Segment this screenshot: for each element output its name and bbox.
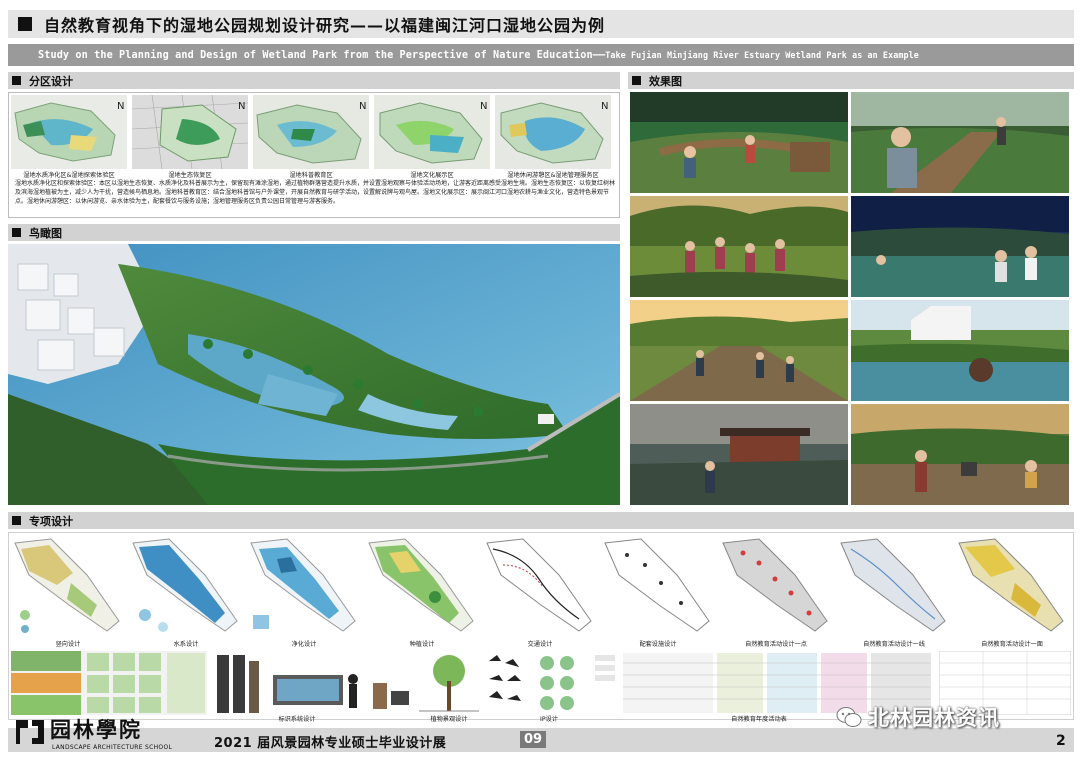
svg-text:N: N [601, 101, 608, 112]
plan-caption-areas: 自然教育活动设计一面 [981, 641, 1043, 648]
poster-subtitle: Study on the Planning and Design of Wetl… [8, 50, 919, 61]
subtitle-bar: Study on the Planning and Design of Wetl… [8, 44, 1074, 66]
section-title-zoning: 分区设计 [29, 74, 73, 88]
aerial-view-image [8, 244, 620, 505]
zoning-panel: N N N N N 湿地水质净化区&湿地探索体验区 湿地生态恢复区 湿地科普教育… [8, 92, 620, 218]
caption-ip: IP设计 [540, 716, 558, 723]
title-marker-icon [18, 17, 32, 31]
svg-text:N: N [359, 101, 366, 112]
signage-system-image [213, 651, 413, 715]
school-emblem-icon [16, 720, 44, 744]
ip-design-image [485, 651, 589, 715]
section-marker-icon [12, 516, 21, 525]
section-header-zoning: 分区设计 [8, 72, 620, 89]
zone-caption-4: 湿地文化展示区 [410, 172, 454, 179]
plan-caption-points: 自然教育活动设计一点 [745, 641, 807, 648]
wechat-icon [836, 707, 862, 727]
zone-caption-2: 湿地生态恢复区 [168, 172, 212, 179]
section-marker-icon [12, 228, 21, 237]
subtitle-tail: Take Fujian Minjiang River Estuary Wetla… [605, 49, 919, 60]
render-image-8 [851, 404, 1069, 505]
svg-text:N: N [480, 101, 487, 112]
section-header-renders: 效果图 [628, 72, 1074, 89]
watermark: 北林园林资讯 [836, 702, 1000, 732]
plan-caption-facilities: 配套设施设计 [639, 641, 677, 648]
zone-map-2: N [132, 95, 248, 169]
zone-map-4: N [374, 95, 490, 169]
svg-text:N: N [117, 101, 124, 112]
exhibition-title: 2021 届风景园林专业硕士毕业设计展 [214, 736, 447, 751]
exhibit-code: 09 [520, 731, 547, 748]
zoning-description: 湿地水质净化区和探索体验区：本区以湿地生态恢复、水质净化及科普展示为主，保留现有… [15, 180, 616, 206]
poster-title: 自然教育视角下的湿地公园规划设计研究——以福建闽江河口湿地公园为例 [44, 16, 606, 35]
plan-caption-water: 水系设计 [173, 641, 199, 648]
section-title-renders: 效果图 [649, 74, 682, 88]
caption-signage: 标识系统设计 [278, 716, 316, 723]
render-image-7 [630, 404, 848, 505]
subtitle-main: Study on the Planning and Design of Wetl… [38, 49, 606, 61]
plan-water [129, 535, 243, 635]
plan-caption-purification: 净化设计 [291, 641, 317, 648]
title-bar: 自然教育视角下的湿地公园规划设计研究——以福建闽江河口湿地公园为例 [8, 10, 1074, 38]
plan-caption-traffic: 交通设计 [527, 641, 553, 648]
render-image-5 [630, 300, 848, 401]
logo-text-en: LANDSCAPE ARCHITECTURE SCHOOL [52, 744, 173, 751]
section-marker-icon [632, 76, 641, 85]
plan-education-points [719, 535, 833, 635]
plan-caption-planting: 种植设计 [409, 641, 435, 648]
plan-education-lines [837, 535, 951, 635]
render-image-1 [630, 92, 848, 193]
zone-map-5: N [495, 95, 611, 169]
render-image-6 [851, 300, 1069, 401]
zone-caption-3: 湿地科普教育区 [289, 172, 333, 179]
zone-map-3: N [253, 95, 369, 169]
zone-caption-1: 湿地水质净化区&湿地探索体验区 [23, 172, 115, 179]
plan-education-areas [955, 535, 1069, 635]
plan-facilities [601, 535, 715, 635]
zone-map-1: N [11, 95, 127, 169]
caption-annual-activity: 自然教育年度活动表 [731, 716, 787, 723]
page-number: 2 [1056, 733, 1066, 749]
section-header-special: 专项设计 [8, 512, 1074, 529]
planting-scenes-image [11, 651, 207, 715]
plan-vertical [11, 535, 125, 635]
plan-traffic [483, 535, 597, 635]
section-title-special: 专项设计 [29, 514, 73, 528]
special-design-panel: 竖向设计 水系设计 净化设计 种植设计 交通设计 配套设施设计 自然教育活动设计… [8, 532, 1074, 723]
section-marker-icon [12, 76, 21, 85]
caption-plant-landscape: 植物景观设计 [430, 716, 468, 723]
render-image-3 [630, 196, 848, 297]
zone-caption-5: 湿地休闲游憩区&湿地管理服务区 [507, 172, 599, 179]
section-title-aerial: 鸟瞰图 [29, 226, 62, 240]
section-header-aerial: 鸟瞰图 [8, 224, 620, 241]
school-logo: 园林學院 LANDSCAPE ARCHITECTURE SCHOOL [12, 712, 212, 756]
render-image-4 [851, 196, 1069, 297]
plan-caption-lines: 自然教育活动设计一线 [863, 641, 925, 648]
plan-purification [247, 535, 361, 635]
svg-text:N: N [238, 101, 245, 112]
plan-planting [365, 535, 479, 635]
logo-text-cn: 园林學院 [50, 717, 142, 742]
plant-landscape-image [419, 651, 479, 715]
render-image-2 [851, 92, 1069, 193]
watermark-text: 北林园林资讯 [868, 706, 1000, 730]
plan-caption-vertical: 竖向设计 [55, 641, 81, 648]
